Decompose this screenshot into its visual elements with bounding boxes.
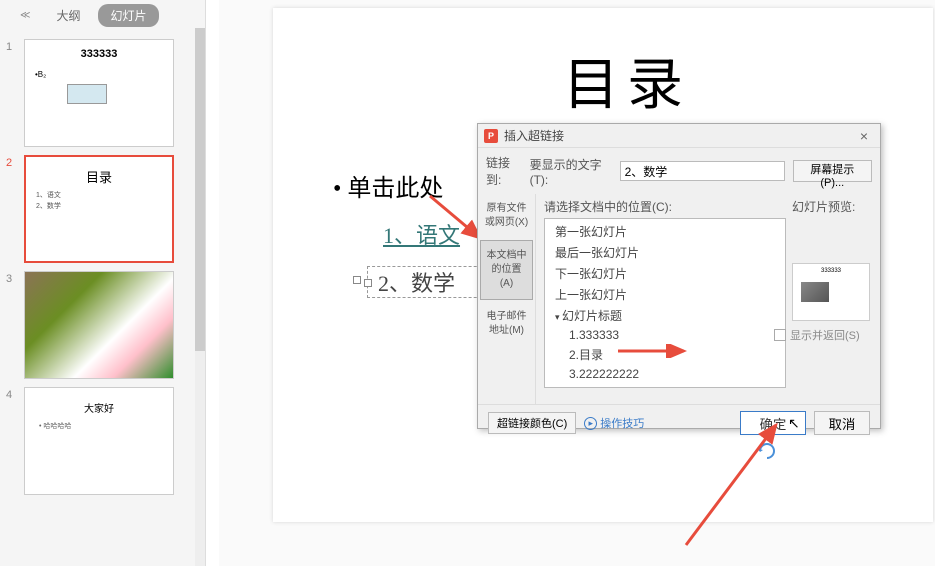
dialog-top-row: 链接到: 要显示的文字(T): 屏幕提示(P)...	[478, 148, 880, 194]
tab-slides[interactable]: 幻灯片	[98, 4, 158, 27]
thumbnail-item[interactable]: 2 目录 1、语文 2、数学	[0, 151, 205, 267]
display-text-input[interactable]	[620, 161, 785, 181]
preview-wrap: 幻灯片预览: 333333 显示并返回(S)	[792, 198, 872, 400]
thumbnail-item[interactable]: 4 大家好 • 哈哈哈哈	[0, 383, 205, 499]
thumbnail-1[interactable]: 333333 •B₂	[24, 39, 174, 147]
help-link[interactable]: ▸ 操作技巧	[584, 415, 644, 431]
thumbnail-3[interactable]	[24, 271, 174, 379]
thumbnail-item[interactable]: 3	[0, 267, 205, 383]
slide-number: 3	[6, 271, 18, 379]
thumbnail-scrollbar[interactable]	[195, 28, 205, 566]
checkbox-label: 显示并返回(S)	[790, 327, 860, 343]
ok-button[interactable]: 确定	[740, 411, 806, 435]
cancel-button[interactable]: 取消	[814, 411, 870, 435]
thumbnail-item[interactable]: 1 333333 •B₂	[0, 35, 205, 151]
thumb-image	[25, 272, 174, 379]
help-text: 操作技巧	[600, 415, 644, 431]
slide-preview: 333333	[792, 263, 870, 321]
linkto-sidebar: 原有文件或网页(X) 本文档中的位置(A) 电子邮件地址(M)	[478, 194, 536, 404]
tree-slide-2[interactable]: 2.目录	[545, 344, 785, 365]
app-icon: P	[484, 129, 498, 143]
help-icon: ▸	[584, 417, 597, 430]
tree-slide-titles[interactable]: 幻灯片标题	[545, 305, 785, 326]
tree-slide-4[interactable]: 4.大家好	[545, 383, 785, 388]
tree-wrap: 请选择文档中的位置(C): 第一张幻灯片 最后一张幻灯片 下一张幻灯片 上一张幻…	[544, 198, 786, 400]
thumbnail-4[interactable]: 大家好 • 哈哈哈哈	[24, 387, 174, 495]
preview-label: 幻灯片预览:	[792, 198, 872, 215]
tree-first-slide[interactable]: 第一张幻灯片	[545, 221, 785, 242]
slide-bullet-text[interactable]: • 单击此处	[333, 168, 443, 203]
dialog-title: 插入超链接	[504, 127, 854, 144]
tree-last-slide[interactable]: 最后一张幻灯片	[545, 242, 785, 263]
linkto-email[interactable]: 电子邮件地址(M)	[478, 302, 535, 346]
slide-number: 2	[6, 155, 18, 263]
tab-outline[interactable]: 大纲	[46, 4, 90, 27]
screentip-button[interactable]: 屏幕提示(P)...	[793, 160, 872, 182]
linkto-label: 链接到:	[486, 154, 522, 188]
preview-title: 333333	[821, 268, 841, 274]
collapse-icon[interactable]: ≪	[20, 10, 30, 21]
thumb-title: 333333	[25, 40, 173, 60]
thumb-title: 大家好	[25, 388, 173, 415]
scrollbar-handle[interactable]	[195, 28, 205, 351]
panel-tabs: ≪ 大纲 幻灯片	[0, 0, 205, 31]
linkto-existing-file[interactable]: 原有文件或网页(X)	[478, 194, 535, 238]
thumb-marker: •B₂	[35, 70, 46, 79]
dialog-main: 请选择文档中的位置(C): 第一张幻灯片 最后一张幻灯片 下一张幻灯片 上一张幻…	[536, 194, 880, 404]
tree-label: 请选择文档中的位置(C):	[544, 198, 786, 215]
thumb-list: 1、语文 2、数学	[26, 186, 172, 216]
close-icon[interactable]: ×	[854, 128, 874, 144]
preview-image	[801, 282, 829, 302]
thumb-shape	[67, 84, 107, 104]
checkbox-icon[interactable]	[774, 329, 786, 341]
selection-handle[interactable]	[353, 276, 361, 284]
thumbnail-2[interactable]: 目录 1、语文 2、数学	[24, 155, 174, 263]
hyperlink-color-button[interactable]: 超链接颜色(C)	[488, 412, 576, 434]
thumbnail-panel: ≪ 大纲 幻灯片 1 333333 •B₂ 2 目录 1、语文 2、数学 3	[0, 0, 206, 566]
tree-prev-slide[interactable]: 上一张幻灯片	[545, 284, 785, 305]
display-label: 要显示的文字(T):	[530, 156, 612, 187]
dialog-body: 原有文件或网页(X) 本文档中的位置(A) 电子邮件地址(M) 请选择文档中的位…	[478, 194, 880, 404]
slide-hyperlink-1[interactable]: 1、语文	[383, 218, 460, 250]
show-return-checkbox[interactable]: 显示并返回(S)	[774, 327, 872, 343]
slide-number: 4	[6, 387, 18, 495]
thumb-title: 目录	[26, 157, 172, 186]
thumb-sub: • 哈哈哈哈	[25, 415, 173, 437]
dialog-titlebar[interactable]: P 插入超链接 ×	[478, 124, 880, 148]
slide-hyperlink-2[interactable]: 2、数学	[368, 266, 455, 298]
tree-next-slide[interactable]: 下一张幻灯片	[545, 263, 785, 284]
tree-slide-3[interactable]: 3.222222222	[545, 365, 785, 383]
insert-hyperlink-dialog: P 插入超链接 × 链接到: 要显示的文字(T): 屏幕提示(P)... 原有文…	[477, 123, 881, 429]
linkto-this-document[interactable]: 本文档中的位置(A)	[480, 240, 533, 300]
rotate-icon[interactable]	[756, 440, 778, 462]
tree-slide-1[interactable]: 1.333333	[545, 326, 785, 344]
dialog-footer: 超链接颜色(C) ▸ 操作技巧 确定 取消	[478, 404, 880, 441]
footer-left: 超链接颜色(C) ▸ 操作技巧	[488, 412, 644, 434]
slide-title[interactable]: 目录	[563, 40, 691, 121]
slide-number: 1	[6, 39, 18, 147]
thumbnail-list: 1 333333 •B₂ 2 目录 1、语文 2、数学 3	[0, 31, 205, 569]
location-tree[interactable]: 第一张幻灯片 最后一张幻灯片 下一张幻灯片 上一张幻灯片 幻灯片标题 1.333…	[544, 218, 786, 388]
